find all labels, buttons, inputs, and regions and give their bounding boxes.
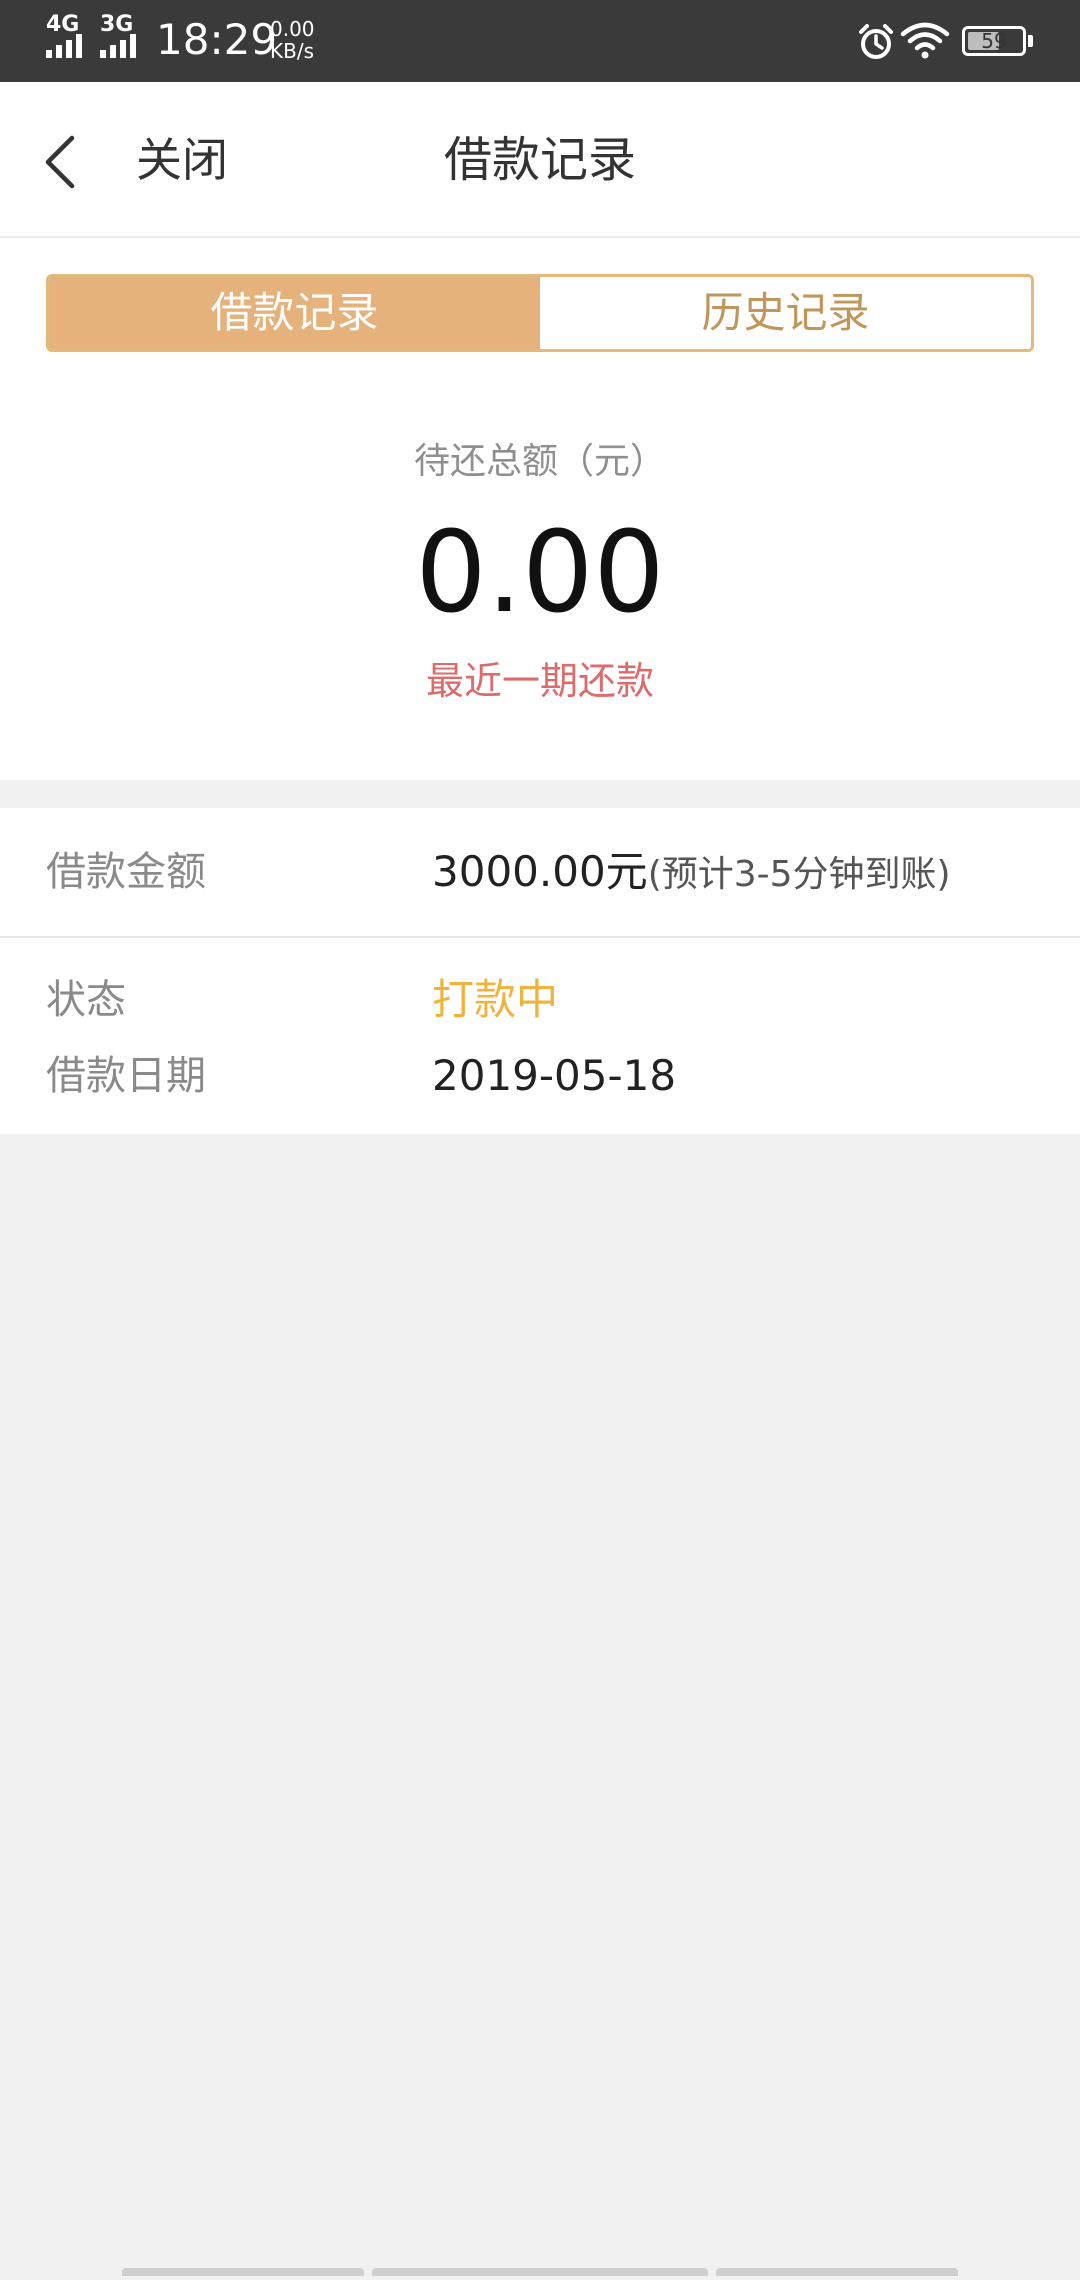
total-due-label: 待还总额（元） [413,441,666,482]
battery-icon: 59 [962,26,1026,56]
recent-repayment-link[interactable]: 最近一期还款 [0,656,1080,706]
bottom-indicator-left [122,2268,364,2276]
status-badge: 打款中 [432,975,559,1024]
loan-date-label: 借款日期 [46,1053,206,1099]
total-due-amount: 0.00 [415,508,665,638]
network-4g-label: 4G [46,12,80,37]
tab-loan-records[interactable]: 借款记录 [49,277,540,349]
loan-date-value: 2019-05-18 [432,1051,677,1100]
arrival-estimate-note: (预计3-5分钟到账) [647,854,951,895]
repayment-summary: 待还总额（元） 0.00 最近一期还款 [0,378,1080,780]
loan-amount: 3000.00元 [432,847,648,896]
signal-strength-4g-icon [46,34,82,58]
battery-tip [1028,35,1033,47]
page-title: 借款记录 [443,132,636,188]
status-label: 状态 [46,977,126,1023]
bottom-indicator-right [716,2268,958,2276]
bottom-indicator-center [372,2268,708,2276]
tab-history-records[interactable]: 历史记录 [540,277,1031,349]
signal-strength-3g-icon [100,34,136,58]
loan-status-block: 状态 打款中 借款日期 2019-05-18 [0,938,1080,1134]
network-speed-unit: KB/s [270,39,314,63]
battery-level: 59 [981,29,1007,53]
segmented-tabs: 借款记录 历史记录 [46,274,1034,352]
network-3g-label: 3G [100,12,134,37]
alarm-icon [859,24,893,59]
loan-amount-value: 3000.00元(预计3-5分钟到账) [432,846,951,901]
status-bar: 4G 3G 18:29 0.00 KB/s 59 [0,0,1080,82]
nav-bar: 关闭 借款记录 [0,82,1080,238]
loan-amount-row: 借款金额 3000.00元(预计3-5分钟到账) [0,808,1080,938]
status-time: 18:29 [156,15,278,64]
network-speed-value: 0.00 [270,17,315,41]
wifi-icon [900,22,950,59]
tabs-section: 借款记录 历史记录 [0,238,1080,378]
loan-amount-label: 借款金额 [46,849,206,895]
network-speed: 0.00 KB/s [270,18,315,62]
